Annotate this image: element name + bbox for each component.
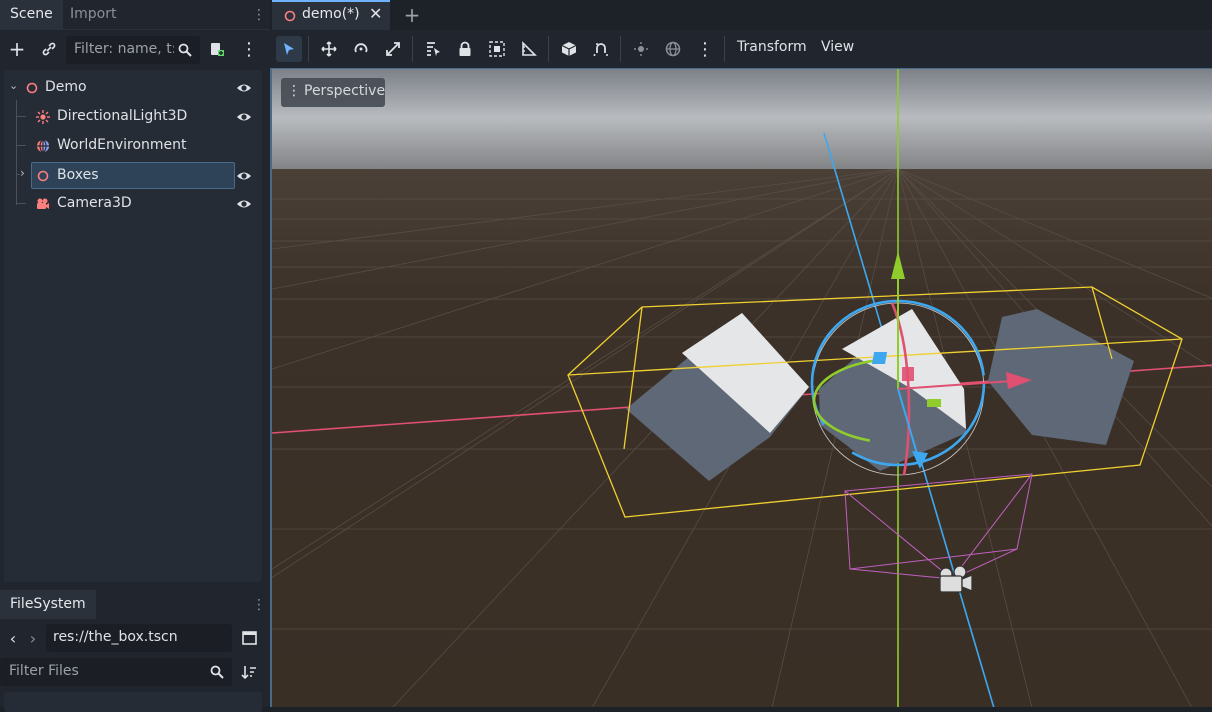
light-icon xyxy=(36,110,50,124)
close-icon[interactable]: ✕ xyxy=(369,4,382,23)
lock-icon xyxy=(459,41,471,56)
transform-menu[interactable]: Transform xyxy=(737,39,807,55)
tree-item-label: Demo xyxy=(45,79,87,95)
tree-item-label: WorldEnvironment xyxy=(57,137,187,153)
node3d-icon xyxy=(284,10,296,22)
perspective-label: Perspective xyxy=(304,83,386,99)
tree-item-label: Boxes xyxy=(57,167,99,183)
perspective-menu-button[interactable]: ⋮ Perspective xyxy=(281,78,385,107)
filesystem-dock: FileSystem ⋮ ‹ › res://the_box.tscn Filt… xyxy=(0,590,270,712)
view-menu[interactable]: View xyxy=(821,39,854,55)
select-mode-button[interactable] xyxy=(276,36,302,62)
list-select-button[interactable] xyxy=(420,36,446,62)
path-field[interactable]: res://the_box.tscn xyxy=(46,624,232,652)
link-icon xyxy=(42,42,56,56)
globe-icon xyxy=(665,41,681,57)
scene-dock: Scene Import ⋮ + Filter: name, t:t ⋮ ⌄ D… xyxy=(0,0,270,590)
sun-icon xyxy=(634,42,648,56)
node3d-icon xyxy=(37,170,49,182)
tree-item-boxes[interactable]: › Boxes xyxy=(4,162,262,189)
dock-menu-icon[interactable]: ⋮ xyxy=(252,6,266,24)
tab-demo-label: demo(*) xyxy=(302,6,360,22)
tab-scene[interactable]: Scene xyxy=(0,0,63,29)
tree-item-worldenvironment[interactable]: WorldEnvironment xyxy=(4,133,262,159)
visibility-eye-icon[interactable] xyxy=(236,80,252,96)
ruler-button[interactable] xyxy=(516,36,542,62)
tree-item-label: DirectionalLight3D xyxy=(57,108,188,124)
move-mode-button[interactable] xyxy=(316,36,342,62)
tree-item-directionallight3d[interactable]: DirectionalLight3D xyxy=(4,104,262,130)
scene-filter-placeholder: Filter: name, t:t xyxy=(74,41,174,57)
list-select-icon xyxy=(427,42,440,56)
menu-dots-icon: ⋮ xyxy=(287,83,301,99)
snap-icon xyxy=(593,43,608,56)
tree-item-demo[interactable]: ⌄ Demo xyxy=(4,75,262,101)
dock-menu-icon[interactable]: ⋮ xyxy=(252,596,266,614)
toolbar-separator xyxy=(308,36,309,62)
snap-button[interactable] xyxy=(588,36,614,62)
preview-sun-button[interactable] xyxy=(628,36,654,62)
tree-item-label: Camera3D xyxy=(57,195,132,211)
scale-icon xyxy=(386,42,400,56)
rotate-icon xyxy=(354,43,368,53)
back-chevron-icon[interactable]: ‹ xyxy=(6,628,20,648)
tab-filesystem[interactable]: FileSystem xyxy=(0,590,96,619)
attach-script-button[interactable] xyxy=(206,38,228,60)
viewport-scene xyxy=(272,69,1212,707)
tab-demo[interactable]: demo(*) ✕ xyxy=(272,0,390,30)
toolbar-separator xyxy=(548,36,549,62)
toolbar-separator xyxy=(412,36,413,62)
group-icon xyxy=(489,41,505,57)
viewport-3d[interactable]: ⋮ Perspective xyxy=(270,68,1212,707)
scene-filter-field[interactable]: Filter: name, t:t xyxy=(66,36,200,64)
preview-environment-button[interactable] xyxy=(660,36,686,62)
cube-icon xyxy=(561,42,577,56)
filter-files-field[interactable]: Filter Files xyxy=(0,658,232,686)
collapse-chevron-icon[interactable]: ⌄ xyxy=(9,79,18,92)
move-icon xyxy=(321,41,337,57)
file-tree xyxy=(4,692,262,712)
sky xyxy=(272,69,1212,177)
expand-chevron-icon[interactable]: › xyxy=(20,166,25,180)
visibility-eye-icon[interactable] xyxy=(236,168,252,184)
filter-files-placeholder: Filter Files xyxy=(9,663,79,679)
scene-tabs-bar: demo(*) ✕ + xyxy=(270,0,1212,30)
search-icon xyxy=(178,43,192,57)
group-button[interactable] xyxy=(484,36,510,62)
scale-mode-button[interactable] xyxy=(380,36,406,62)
lock-button[interactable] xyxy=(452,36,478,62)
forward-chevron-icon[interactable]: › xyxy=(26,628,40,648)
tab-import[interactable]: Import xyxy=(60,0,126,29)
toolbar-separator xyxy=(620,36,621,62)
toolbar-separator xyxy=(724,36,725,62)
node3d-icon xyxy=(26,82,38,94)
world-env-icon xyxy=(37,139,49,153)
sort-icon xyxy=(241,666,256,680)
pointer-icon xyxy=(284,43,294,55)
script-add-icon xyxy=(211,43,224,56)
instance-scene-button[interactable] xyxy=(38,38,60,60)
visibility-eye-icon[interactable] xyxy=(236,196,252,212)
environment-menu-icon[interactable]: ⋮ xyxy=(692,36,718,62)
search-icon xyxy=(210,665,224,679)
ruler-icon xyxy=(522,41,537,56)
sort-button[interactable] xyxy=(240,662,258,682)
visibility-eye-icon[interactable] xyxy=(236,109,252,125)
add-node-button[interactable]: + xyxy=(6,37,28,61)
split-mode-button[interactable] xyxy=(240,629,258,647)
tab-underline xyxy=(0,29,270,30)
tree-item-camera3d[interactable]: Camera3D xyxy=(4,191,262,217)
new-scene-tab-button[interactable]: + xyxy=(401,3,423,27)
camera-icon xyxy=(37,198,49,209)
scene-tree: ⌄ Demo DirectionalLight3D WorldEnvironme… xyxy=(4,70,262,582)
scene-menu-icon[interactable]: ⋮ xyxy=(238,38,260,60)
rotate-mode-button[interactable] xyxy=(348,36,374,62)
path-value: res://the_box.tscn xyxy=(53,629,178,645)
window-icon xyxy=(241,631,257,645)
local-space-button[interactable] xyxy=(556,36,582,62)
